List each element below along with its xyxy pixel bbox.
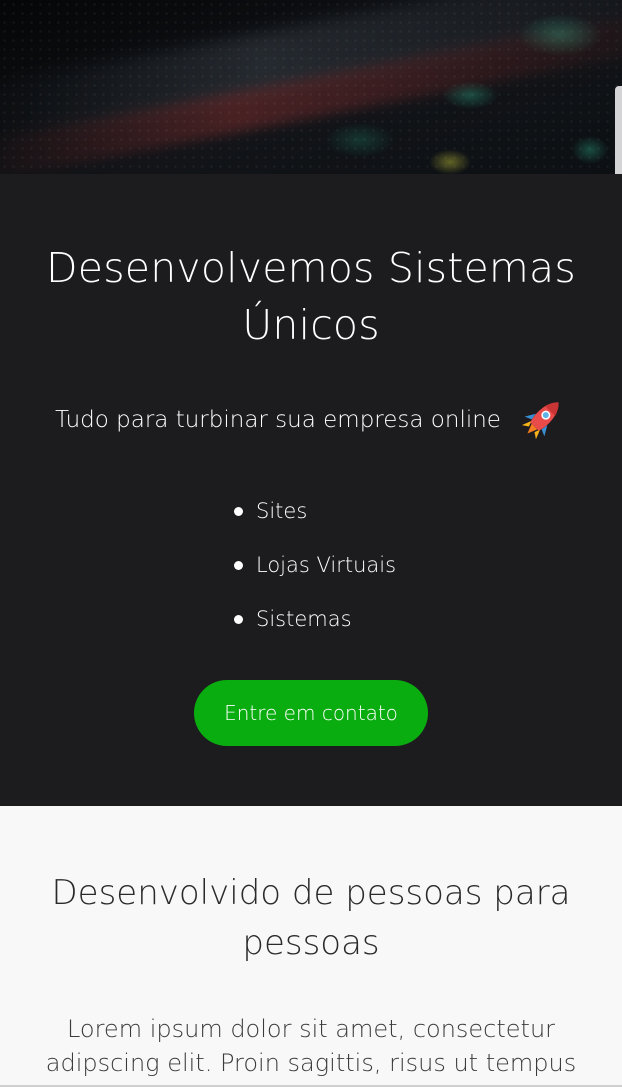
contact-button[interactable]: Entre em contato (194, 680, 428, 746)
list-item: Sites (234, 496, 396, 550)
hero-title: Desenvolvemos Sistemas Únicos (46, 244, 576, 349)
section-text: Lorem ipsum dolor sit amet, consectetur … (45, 1015, 577, 1087)
section-title: Desenvolvido de pessoas para pessoas (51, 873, 571, 963)
hero-section: Desenvolvemos Sistemas Únicos Tudo para … (0, 174, 622, 806)
list-item: Lojas Virtuais (234, 550, 396, 604)
tagline: Tudo para turbinar sua empresa online (0, 398, 622, 442)
hero-background-image (0, 0, 622, 174)
page: Desenvolvemos Sistemas Únicos Tudo para … (0, 0, 622, 1087)
list-item: Sistemas (234, 604, 396, 658)
services-list: Sites Lojas Virtuais Sistemas (234, 496, 396, 658)
tagline-text: Tudo para turbinar sua empresa online (55, 407, 501, 433)
rocket-icon (521, 402, 559, 440)
about-section: Desenvolvido de pessoas para pessoas Lor… (0, 806, 622, 1087)
